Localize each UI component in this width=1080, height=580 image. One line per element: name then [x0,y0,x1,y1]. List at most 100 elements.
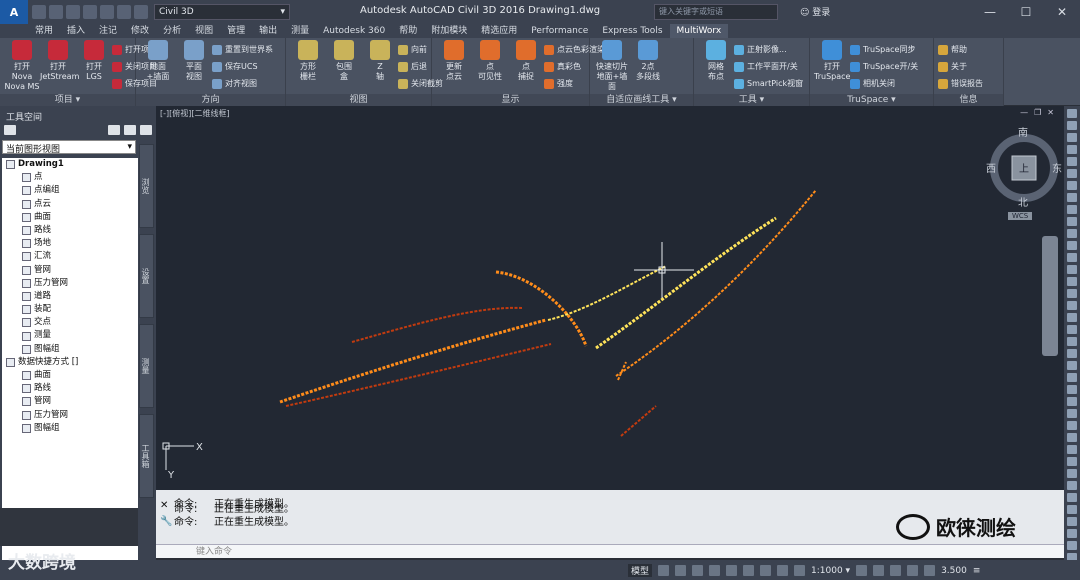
tab-13[interactable]: Performance [524,24,595,38]
otrack-icon[interactable] [743,565,755,576]
tab-11[interactable]: 附加模块 [424,24,474,38]
tool-icon[interactable] [1067,217,1077,226]
tab-6[interactable]: 管理 [220,24,252,38]
tab-3[interactable]: 修改 [124,24,156,38]
ribbon-small-button-3-1[interactable]: 真彩色 [544,59,581,75]
toolspace-list-icon[interactable] [124,125,136,135]
tree-item[interactable]: 压力管网 [2,277,138,290]
tool-icon[interactable] [1067,373,1077,382]
ribbon-small-button-3-2[interactable]: 强度 [544,76,573,92]
ucs-menu[interactable]: WCS [1008,212,1033,220]
ribbon-panel-title[interactable]: 自适应画线工具 ▾ [590,94,693,106]
tool-icon[interactable] [1067,361,1077,370]
tree-item[interactable]: 装配 [2,303,138,316]
tool-icon[interactable] [1067,133,1077,142]
tree-item[interactable]: 管网 [2,395,138,408]
tab-7[interactable]: 输出 [252,24,284,38]
model-space-button[interactable]: 模型 [628,564,653,577]
app-menu-button[interactable]: A [0,0,28,24]
tree-item[interactable]: 管网 [2,264,138,277]
tool-icon[interactable] [1067,397,1077,406]
ribbon-small-button-1-0[interactable]: 重置到世界系 [212,42,273,58]
ribbon-panel-title[interactable]: 工具 ▾ [694,94,809,106]
annotation-icon[interactable] [794,565,806,576]
toolspace-tab-3[interactable]: 工具箱 [139,414,154,498]
ribbon-button-3-2[interactable]: 点捕捉 [508,40,544,82]
tool-icon[interactable] [1067,409,1077,418]
ribbon-small-button-7-2[interactable]: 错误报告 [938,76,983,92]
ribbon-button-3-0[interactable]: 更新 点云 [436,40,472,82]
tool-icon[interactable] [1067,517,1077,526]
compass-south[interactable]: 南 [1018,124,1028,139]
ribbon-button-2-2[interactable]: Z轴 [362,40,398,82]
toolspace-tab-2[interactable]: 测量 [139,324,154,408]
tree-item[interactable]: 曲面 [2,211,138,224]
tool-icon[interactable] [1067,157,1077,166]
tab-1[interactable]: 插入 [60,24,92,38]
tool-icon[interactable] [1067,421,1077,430]
tool-icon[interactable] [1067,445,1077,454]
tool-icon[interactable] [1067,265,1077,274]
polar-icon[interactable] [709,565,721,576]
tab-12[interactable]: 精选应用 [474,24,524,38]
annotation-scale[interactable]: 1:1000 ▾ [811,566,850,576]
tree-item[interactable]: 数据快捷方式 [] [2,356,138,369]
viewcube-face[interactable]: 上 [1019,160,1029,175]
compass-west[interactable]: 西 [986,160,996,175]
tree-item[interactable]: 道路 [2,290,138,303]
toolspace-tab-0[interactable]: 浏览 [139,144,154,228]
ribbon-button-0-2[interactable]: 打开 LGS [76,40,112,82]
ribbon-panel-title[interactable]: 显示 [432,94,589,106]
ribbon-small-button-7-1[interactable]: 关于 [938,59,967,75]
tool-icon[interactable] [1067,253,1077,262]
signin-button[interactable]: ☺ 登录 [800,5,830,18]
tab-2[interactable]: 注记 [92,24,124,38]
tree-item[interactable]: 场地 [2,237,138,250]
tool-icon[interactable] [1067,313,1077,322]
lineweight-icon[interactable] [760,565,772,576]
tree-item[interactable]: 测量 [2,329,138,342]
toolspace-dropdown-icon[interactable] [4,125,16,135]
tab-14[interactable]: Express Tools [595,24,669,38]
tool-icon[interactable] [1067,541,1077,550]
tree-item[interactable]: 点 [2,171,138,184]
tool-icon[interactable] [1067,469,1077,478]
tab-9[interactable]: Autodesk 360 [316,24,392,38]
tool-icon[interactable] [1067,493,1077,502]
workspace-gear-icon[interactable] [856,565,868,576]
ribbon-button-2-1[interactable]: 包围盒 [326,40,362,82]
tool-icon[interactable] [1067,337,1077,346]
tab-4[interactable]: 分析 [156,24,188,38]
transparency-icon[interactable] [777,565,789,576]
hardware-accel-icon[interactable] [924,565,936,576]
tool-icon[interactable] [1067,505,1077,514]
print-icon[interactable] [100,5,114,19]
tree-item[interactable]: 曲面 [2,369,138,382]
tree-item[interactable]: 图幅组 [2,422,138,435]
tool-icon[interactable] [1067,457,1077,466]
tool-icon[interactable] [1067,121,1077,130]
redo-icon[interactable] [134,5,148,19]
ribbon-small-button-5-1[interactable]: 工作平面开/关 [734,59,798,75]
toolspace-item-view-icon[interactable] [108,125,120,135]
grid-icon[interactable] [658,565,670,576]
ribbon-small-button-5-2[interactable]: SmartPick视窗 [734,76,803,92]
compass-east[interactable]: 东 [1052,160,1062,175]
command-settings-icon[interactable]: 🔧 [160,516,172,527]
save-icon[interactable] [66,5,80,19]
ribbon-panel-title[interactable]: 视图 [286,94,431,106]
undo-icon[interactable] [117,5,131,19]
tool-icon[interactable] [1067,301,1077,310]
tab-5[interactable]: 视图 [188,24,220,38]
toolspace-view-select[interactable]: 当前图形视图 ▾ [2,140,136,155]
ribbon-button-0-0[interactable]: 打开Nova Nova MS [4,40,40,92]
close-button[interactable]: ✕ [1044,0,1080,24]
tab-10[interactable]: 帮助 [392,24,424,38]
workspace-select[interactable]: Civil 3D ▾ [154,4,290,20]
tool-icon[interactable] [1067,229,1077,238]
ribbon-small-button-1-1[interactable]: 保存UCS [212,59,258,75]
search-input[interactable]: 键入关键字或短语 [654,4,778,20]
ribbon-small-button-1-2[interactable]: 对齐视图 [212,76,257,92]
tool-icon[interactable] [1067,181,1077,190]
save-as-icon[interactable] [83,5,97,19]
